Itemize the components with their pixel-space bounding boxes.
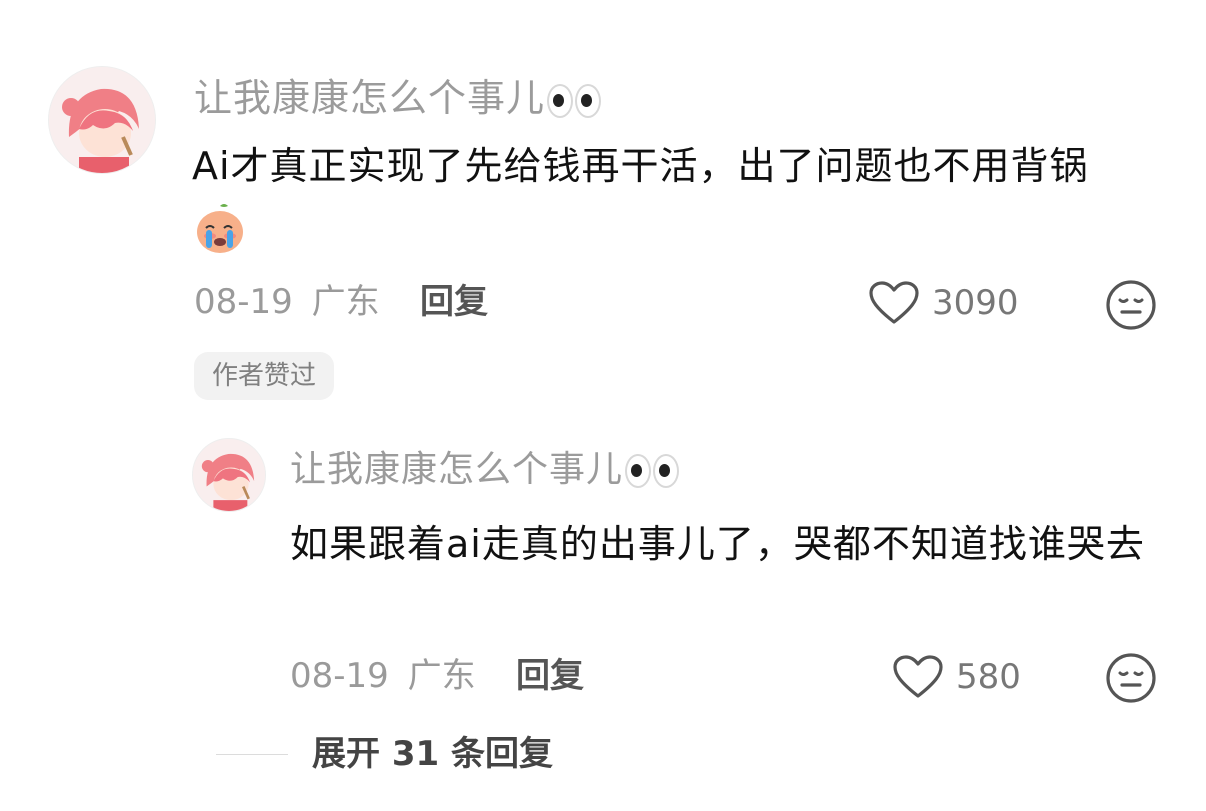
dislike-button[interactable] — [1105, 279, 1157, 331]
neutral-face-icon — [1106, 280, 1156, 330]
comment-username[interactable]: 让我康康怎么个事儿 — [194, 76, 602, 120]
reply-meta: 08-19 广东 — [290, 656, 476, 696]
username-text[interactable]: 让我康康怎么个事儿 — [290, 449, 623, 490]
like-button[interactable]: 3090 — [868, 278, 1019, 328]
expand-divider — [216, 754, 288, 755]
reply-date: 08-19 — [290, 656, 389, 696]
comment-date: 08-19 — [194, 282, 293, 322]
reply-like-count: 580 — [956, 657, 1021, 697]
comment-location: 广东 — [311, 282, 380, 322]
avatar[interactable] — [48, 66, 156, 174]
username-text[interactable]: 让我康康怎么个事儿 — [194, 76, 545, 120]
avatar-image — [49, 67, 155, 173]
reply-avatar[interactable] — [192, 438, 266, 512]
neutral-face-icon — [1106, 653, 1156, 703]
comment-text: Ai才真正实现了先给钱再干活，出了问题也不用背锅 — [192, 144, 1089, 188]
eyes-emoji-icon — [547, 83, 602, 118]
avatar-image — [193, 439, 265, 511]
author-liked-badge: 作者赞过 — [194, 352, 335, 400]
comment-meta: 08-19 广东 — [194, 282, 380, 322]
expand-replies-button[interactable]: 展开 31 条回复 — [312, 734, 553, 774]
reply-reply-button[interactable]: 回复 — [516, 656, 584, 696]
heart-outline-icon — [869, 281, 919, 324]
reply-username[interactable]: 让我康康怎么个事儿 — [290, 448, 680, 492]
reply-text: 如果跟着ai走真的出事儿了，哭都不知道找谁哭去 — [290, 522, 1145, 566]
reply-button[interactable]: 回复 — [420, 282, 488, 322]
reply-dislike-button[interactable] — [1105, 652, 1157, 704]
eyes-emoji-icon — [625, 454, 680, 488]
crying-face-emoji-icon — [194, 202, 246, 254]
reply-like-button[interactable]: 580 — [892, 652, 1021, 702]
reply-location: 广东 — [407, 656, 476, 696]
like-count: 3090 — [932, 283, 1019, 323]
heart-outline-icon — [893, 655, 943, 698]
